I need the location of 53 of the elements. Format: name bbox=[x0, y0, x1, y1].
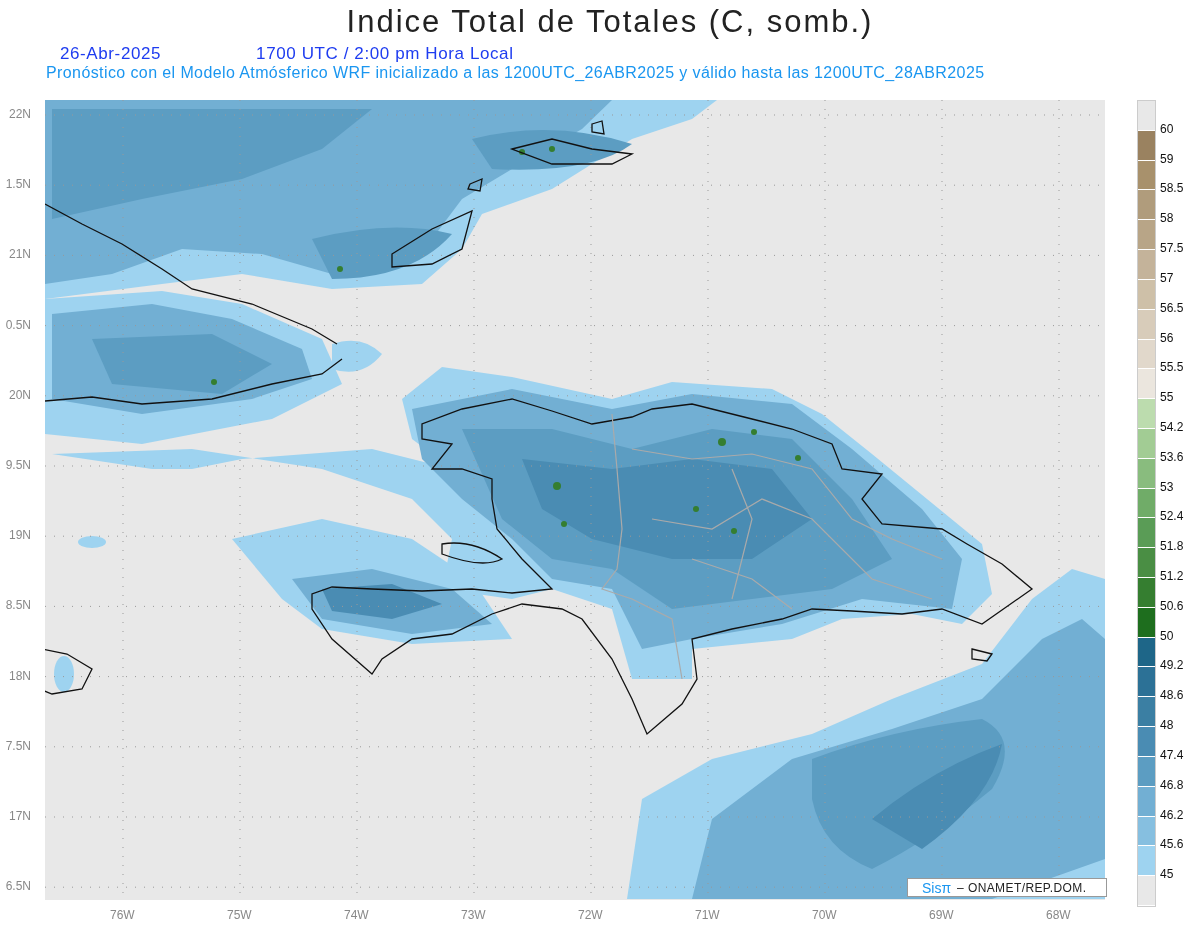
colorbar-label: 58.5 bbox=[1160, 181, 1184, 196]
colorbar-label: 45 bbox=[1160, 867, 1174, 882]
brand-logo: Sisπ bbox=[922, 879, 952, 896]
latitude-label: 21N bbox=[9, 247, 31, 262]
colorbar-label: 55.5 bbox=[1160, 360, 1184, 375]
latitude-label: 0.5N bbox=[5, 317, 31, 332]
latitude-label: 20N bbox=[9, 387, 31, 402]
colorbar-label: 48.6 bbox=[1160, 688, 1184, 703]
colorbar-label: 46.2 bbox=[1160, 807, 1184, 822]
colorbar-label: 54.2 bbox=[1160, 419, 1184, 434]
colorbar-label: 50 bbox=[1160, 628, 1174, 643]
forecast-date: 26-Abr-2025 bbox=[60, 44, 162, 64]
latitude-label: 9.5N bbox=[5, 458, 31, 472]
colorbar-label: 48 bbox=[1160, 718, 1174, 733]
forecast-time: 1700 UTC / 2:00 pm Hora Local bbox=[256, 44, 514, 64]
colorbar-label: 55 bbox=[1160, 390, 1174, 405]
colorbar-label: 45.6 bbox=[1160, 837, 1184, 852]
colorbar-label: 59 bbox=[1160, 151, 1174, 166]
longitude-label: 70W bbox=[812, 908, 837, 922]
longitude-label: 76W bbox=[110, 908, 135, 922]
colorbar-label: 57.5 bbox=[1160, 241, 1184, 256]
colorbar-label: 51.8 bbox=[1160, 539, 1184, 554]
latitude-label: 19N bbox=[9, 528, 31, 543]
forecast-description: Pronóstico con el Modelo Atmósferico WRF inicializado a las 1200UTC_26ABR2025 y válido hasta las 1200UTC_28ABR2025 bbox=[45, 64, 986, 82]
latitude-label: 22N bbox=[9, 107, 31, 121]
colorbar-label: 49.2 bbox=[1160, 658, 1184, 673]
colorbar-label: 52.4 bbox=[1160, 509, 1184, 524]
credit-text: – ONAMET/REP.DOM. bbox=[957, 880, 1087, 895]
colorbar-label: 57 bbox=[1160, 270, 1174, 285]
colorbar-label: 53 bbox=[1160, 479, 1174, 494]
latitude-label: 6.5N bbox=[5, 879, 31, 894]
chart-title: Indice Total de Totales (C, somb.) bbox=[345, 3, 875, 40]
latitude-label: 8.5N bbox=[5, 598, 31, 613]
longitude-label: 69W bbox=[929, 908, 954, 922]
longitude-label: 68W bbox=[1046, 908, 1071, 922]
latitude-label: 18N bbox=[9, 668, 31, 683]
colorbar-label: 47.4 bbox=[1160, 747, 1184, 762]
colorbar-label: 51.2 bbox=[1160, 569, 1184, 584]
longitude-label: 72W bbox=[578, 908, 603, 922]
latitude-label: 1.5N bbox=[5, 177, 31, 192]
longitude-label: 71W bbox=[695, 908, 720, 922]
colorbar-label: 60 bbox=[1160, 121, 1174, 136]
colorbar-label: 50.6 bbox=[1160, 598, 1184, 613]
latitude-label: 17N bbox=[9, 809, 31, 823]
colorbar-label: 53.6 bbox=[1160, 449, 1184, 464]
colorbar-label: 56 bbox=[1160, 330, 1174, 345]
colorbar-label: 56.5 bbox=[1160, 300, 1184, 315]
latitude-label: 7.5N bbox=[5, 738, 31, 753]
longitude-label: 75W bbox=[227, 908, 252, 922]
longitude-label: 73W bbox=[461, 908, 486, 922]
colorbar-label: 46.8 bbox=[1160, 777, 1184, 792]
colorbar-label: 58 bbox=[1160, 211, 1174, 226]
longitude-label: 74W bbox=[344, 908, 369, 922]
